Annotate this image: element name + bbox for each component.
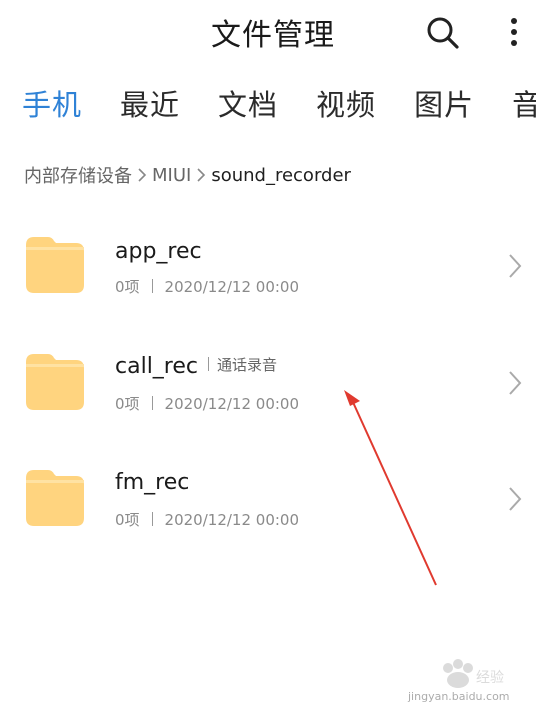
list-item-app-rec[interactable]: app_rec 0项 2020/12/12 00:00 xyxy=(0,205,536,315)
file-manager-screen: 文件管理 手机 最近 文档 视频 图片音 内部存储设备 MIUI sound_recorde… xyxy=(0,0,536,716)
folder-item-count: 0项 xyxy=(115,511,140,529)
folder-meta: 0项 2020/12/12 00:00 xyxy=(115,393,299,414)
watermark-text: jingyan.baidu.com xyxy=(408,690,510,703)
chevron-right-icon xyxy=(509,254,522,278)
tab-phone[interactable]: 手机 xyxy=(22,82,82,124)
folder-name: app_rec xyxy=(115,239,202,264)
breadcrumb: 内部存储设备 MIUI sound_recorder xyxy=(24,162,351,188)
folder-tag: 通话录音 xyxy=(208,354,277,375)
folder-name: fm_rec xyxy=(115,470,190,495)
breadcrumb-miui[interactable]: MIUI xyxy=(152,165,191,186)
folder-name: call_rec xyxy=(115,354,198,379)
breadcrumb-internal-storage[interactable]: 内部存储设备 xyxy=(24,162,132,188)
folder-icon xyxy=(26,354,84,410)
tab-videos[interactable]: 视频 xyxy=(316,82,376,124)
tag-divider xyxy=(208,357,209,371)
meta-divider xyxy=(151,396,153,410)
folder-item-count: 0项 xyxy=(115,278,140,296)
chevron-right-icon xyxy=(509,487,522,511)
more-vertical-icon[interactable] xyxy=(506,16,522,48)
chevron-right-icon xyxy=(138,168,147,182)
svg-text:经验: 经验 xyxy=(476,670,504,686)
folder-date: 2020/12/12 00:00 xyxy=(164,278,299,296)
folder-meta: 0项 2020/12/12 00:00 xyxy=(115,276,299,297)
chevron-right-icon xyxy=(509,371,522,395)
folder-icon xyxy=(26,237,84,293)
folder-icon xyxy=(26,470,84,526)
tab-images[interactable]: 图片 xyxy=(414,82,474,124)
chevron-right-icon xyxy=(197,168,206,182)
folder-date: 2020/12/12 00:00 xyxy=(164,511,299,529)
folder-name-row: call_rec 通话录音 xyxy=(115,354,277,379)
meta-divider xyxy=(151,512,153,526)
meta-divider xyxy=(151,279,153,293)
category-tabs: 手机 最近 文档 视频 图片音 xyxy=(22,82,536,124)
folder-item-count: 0项 xyxy=(115,395,140,413)
folder-meta: 0项 2020/12/12 00:00 xyxy=(115,509,299,530)
folder-date: 2020/12/12 00:00 xyxy=(164,395,299,413)
search-icon[interactable] xyxy=(424,14,462,52)
tab-recent[interactable]: 最近 xyxy=(120,82,180,124)
list-item-fm-rec[interactable]: fm_rec 0项 2020/12/12 00:00 xyxy=(0,438,536,548)
tab-audio[interactable]: 音 xyxy=(512,82,536,124)
folder-tag-label: 通话录音 xyxy=(217,356,278,374)
list-item-call-rec[interactable]: call_rec 通话录音 0项 2020/12/12 00:00 xyxy=(0,322,536,432)
breadcrumb-sound-recorder: sound_recorder xyxy=(211,164,351,186)
tab-documents[interactable]: 文档 xyxy=(218,82,278,124)
